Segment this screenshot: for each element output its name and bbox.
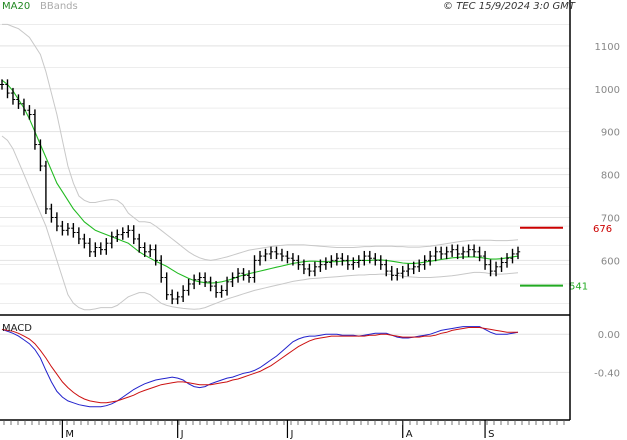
price-bar <box>180 285 186 302</box>
price-bar <box>60 220 65 236</box>
price-bars <box>0 79 521 305</box>
price-bar <box>21 98 27 116</box>
price-bar <box>345 255 351 270</box>
legend-bbands: BBands <box>40 1 78 12</box>
level-support-label: 541 <box>569 282 588 293</box>
price-bar <box>268 246 274 260</box>
price-bar <box>257 250 263 266</box>
price-bar <box>351 257 356 270</box>
price-bar <box>427 250 433 266</box>
price-bar <box>27 105 32 120</box>
price-bar <box>82 233 87 249</box>
price-bar <box>252 255 257 283</box>
price-bar <box>312 261 318 277</box>
macd-title: MACD <box>2 323 32 334</box>
price-bar <box>104 238 109 255</box>
chart-svg: 676 541 1100 1000 900 800 700 600 0.00 -0.40 M J J A… <box>0 0 620 440</box>
price-bar <box>285 250 290 264</box>
chart-root: 676 541 1100 1000 900 800 700 600 0.00 -0.40 M J J A… <box>0 0 627 440</box>
price-bar <box>65 223 71 236</box>
x-tick-label: M <box>65 429 74 440</box>
price-bar <box>38 139 43 172</box>
price-bar <box>98 242 104 255</box>
price-bar <box>137 233 142 253</box>
x-tick-label: J <box>289 429 293 440</box>
price-bar <box>54 212 60 232</box>
gridlines <box>0 24 570 373</box>
price-bar <box>515 246 521 260</box>
y-tick-label-price: 900 <box>601 128 620 139</box>
price-bar <box>235 268 241 283</box>
price-bar <box>87 238 93 257</box>
price-bar <box>406 263 411 277</box>
price-bar <box>471 244 477 257</box>
y-tick-label-price: 1000 <box>595 85 620 96</box>
price-bar <box>395 268 400 281</box>
axes <box>0 0 571 421</box>
price-bar <box>186 278 191 296</box>
price-bar <box>362 250 367 266</box>
price-bar <box>93 242 98 257</box>
price-bar <box>438 246 444 260</box>
bband-upper-line <box>2 23 519 261</box>
macd-line <box>1 326 519 408</box>
price-bar <box>131 225 136 245</box>
y-tick-label-price: 700 <box>601 213 620 224</box>
price-bar <box>416 259 422 272</box>
price-bar <box>274 246 279 260</box>
bband-lower-line <box>1 135 519 311</box>
price-bar <box>323 257 329 270</box>
x-tick-label: A <box>406 429 413 440</box>
price-bar <box>109 231 114 249</box>
price-bar <box>477 246 482 262</box>
y-tick-label-macd: -0.40 <box>594 368 620 379</box>
price-bar <box>148 244 153 257</box>
price-bar <box>191 274 197 290</box>
level-resistance-label: 676 <box>593 224 612 235</box>
x-tick-label: J <box>180 429 184 440</box>
y-tick-label-macd: 0.00 <box>598 330 620 341</box>
price-bar <box>197 272 202 285</box>
price-bar <box>164 272 169 300</box>
price-bar <box>378 255 383 270</box>
price-bar <box>510 248 515 264</box>
y-tick-label-price: 800 <box>601 171 620 182</box>
price-bar <box>340 253 345 266</box>
price-bar <box>219 285 224 298</box>
price-bar <box>433 246 438 262</box>
price-bar <box>126 225 131 238</box>
legend-ma20: MA20 <box>2 1 30 12</box>
signal-line <box>1 327 518 404</box>
axis-labels: 1100 1000 900 800 700 600 0.00 -0.40 M J J A S <box>3 42 620 440</box>
price-bar <box>373 253 378 266</box>
price-bar <box>246 270 252 283</box>
price-bar <box>444 246 449 260</box>
y-tick-label-price: 1100 <box>595 42 620 53</box>
y-tick-label-price: 600 <box>601 256 620 267</box>
copyright-text: © TEC 15/9/2024 3:0 GMT <box>443 1 576 12</box>
price-bar <box>169 289 175 305</box>
price-bar <box>71 223 76 238</box>
price-bar <box>279 248 285 262</box>
macd-lines <box>1 326 519 408</box>
price-bar <box>263 248 268 262</box>
price-bar <box>175 291 180 305</box>
price-bar <box>158 255 164 283</box>
price-bar <box>367 250 372 264</box>
price-bar <box>449 244 455 257</box>
price-bar <box>202 272 208 287</box>
price-bar <box>76 227 82 245</box>
price-bar <box>120 227 125 240</box>
price-bar <box>334 253 340 266</box>
price-levels: 676 541 <box>520 224 612 293</box>
price-bar <box>213 280 219 298</box>
price-bar <box>307 263 312 277</box>
x-tick-label: S <box>488 429 494 440</box>
price-bar <box>466 244 471 257</box>
price-bar <box>10 87 16 105</box>
price-bar <box>389 265 394 281</box>
price-bar <box>356 255 362 268</box>
